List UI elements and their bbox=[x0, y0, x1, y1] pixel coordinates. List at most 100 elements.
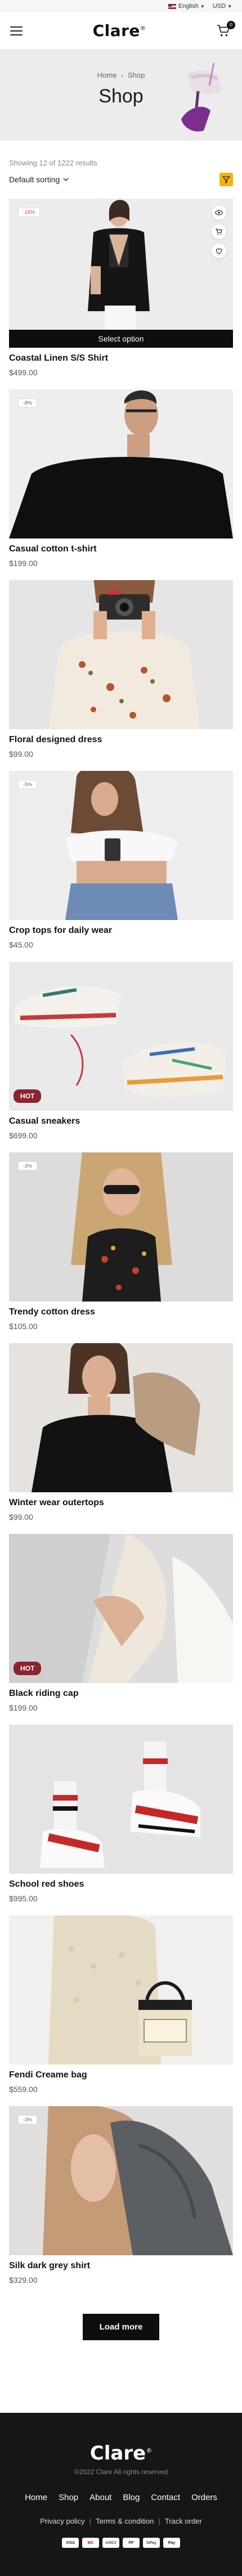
quick-actions bbox=[212, 205, 226, 258]
breadcrumb-home-link[interactable]: Home bbox=[97, 71, 117, 79]
product-image[interactable] bbox=[9, 1343, 233, 1492]
product-image[interactable]: -8% bbox=[9, 389, 233, 538]
sort-bar: Default sorting bbox=[0, 167, 242, 186]
product-price: $199.00 bbox=[9, 559, 38, 568]
footer-logo[interactable]: Clare® bbox=[0, 2442, 242, 2465]
product-name[interactable]: School red shoes bbox=[9, 1879, 233, 1890]
product-image[interactable] bbox=[9, 1725, 233, 1874]
product-price: $99.00 bbox=[9, 750, 33, 759]
sort-dropdown[interactable]: Default sorting bbox=[9, 175, 69, 184]
discount-badge: -8% bbox=[18, 398, 38, 407]
privacy-policy-link[interactable]: Privacy policy bbox=[40, 2517, 84, 2525]
footer-nav-about[interactable]: About bbox=[89, 2493, 111, 2502]
product-image[interactable]: HOT bbox=[9, 1534, 233, 1683]
product-name[interactable]: Floral designed dress bbox=[9, 735, 233, 745]
amex-icon: AMEX bbox=[102, 2538, 119, 2548]
product-name[interactable]: Crop tops for daily wear bbox=[9, 926, 233, 936]
product-card[interactable]: -8% Casual cotton t-shirt $199.00 bbox=[9, 389, 233, 568]
discount-badge: -3% bbox=[18, 1161, 38, 1170]
product-image[interactable] bbox=[9, 1915, 233, 2065]
sort-label: Default sorting bbox=[9, 175, 60, 184]
product-image[interactable]: HOT bbox=[9, 962, 233, 1111]
product-image[interactable] bbox=[9, 580, 233, 729]
product-card[interactable]: HOT Black riding cap $199.00 bbox=[9, 1534, 233, 1712]
page-hero: Home › Shop Shop bbox=[0, 50, 242, 141]
filter-icon bbox=[222, 176, 230, 183]
track-order-link[interactable]: Track order bbox=[165, 2517, 202, 2525]
cart-add-icon bbox=[216, 228, 222, 235]
product-card[interactable]: Fendi Creame bag $559.00 bbox=[9, 1915, 233, 2094]
chevron-down-icon bbox=[63, 177, 69, 181]
product-name[interactable]: Winter wear outertops bbox=[9, 1498, 233, 1508]
footer-divider: | bbox=[89, 2517, 92, 2525]
currency-label: USD bbox=[212, 3, 226, 10]
chevron-down-icon: ▼ bbox=[200, 4, 205, 9]
logo-mark: ® bbox=[140, 25, 146, 32]
product-price: $499.00 bbox=[9, 368, 38, 377]
product-name[interactable]: Casual sneakers bbox=[9, 1116, 233, 1127]
hamburger-icon[interactable] bbox=[10, 26, 23, 35]
payment-methods: VISA MC AMEX PP GPay Pay bbox=[0, 2538, 242, 2548]
footer-nav-shop[interactable]: Shop bbox=[59, 2493, 78, 2502]
chevron-down-icon: ▼ bbox=[227, 4, 232, 9]
wishlist-button[interactable] bbox=[212, 244, 226, 258]
product-card[interactable]: Floral designed dress $99.00 bbox=[9, 580, 233, 759]
product-card[interactable]: -3% Trendy cotton dress $105.00 bbox=[9, 1152, 233, 1331]
footer-divider: | bbox=[158, 2517, 160, 2525]
footer-nav-home[interactable]: Home bbox=[25, 2493, 47, 2502]
product-card[interactable]: Winter wear outertops $99.00 bbox=[9, 1343, 233, 1522]
breadcrumb-current: Shop bbox=[127, 71, 145, 79]
site-header: Clare® 0 bbox=[0, 12, 242, 50]
visa-icon: VISA bbox=[62, 2538, 79, 2548]
currency-selector[interactable]: USD ▼ bbox=[213, 3, 232, 10]
product-photo-woman-blazer bbox=[9, 199, 233, 348]
hot-badge: HOT bbox=[14, 1089, 42, 1103]
hot-badge: HOT bbox=[14, 1662, 42, 1675]
filter-button[interactable] bbox=[219, 173, 233, 186]
product-price: $995.00 bbox=[9, 1894, 38, 1903]
product-photo-red-shoes bbox=[9, 1725, 233, 1874]
product-name[interactable]: Black riding cap bbox=[9, 1689, 233, 1699]
product-name[interactable]: Coastal Linen S/S Shirt bbox=[9, 353, 233, 363]
product-photo-fendi-bag bbox=[9, 1915, 233, 2065]
terms-link[interactable]: Terms & condition bbox=[96, 2517, 154, 2525]
product-card[interactable]: School red shoes $995.00 bbox=[9, 1725, 233, 1903]
product-price: $199.00 bbox=[9, 1703, 38, 1712]
copyright-text: ©2022 Clare All rights reserved bbox=[74, 2468, 168, 2476]
product-photo-silk-grey-shirt bbox=[9, 2106, 233, 2255]
footer-nav-contact[interactable]: Contact bbox=[151, 2493, 180, 2502]
quick-view-button[interactable] bbox=[212, 205, 226, 220]
site-logo[interactable]: Clare® bbox=[93, 21, 146, 40]
load-more-button[interactable]: Load more bbox=[82, 2314, 160, 2340]
product-card[interactable]: -5% Crop tops for daily wear $45.00 bbox=[9, 771, 233, 949]
apple-pay-icon: Pay bbox=[163, 2538, 180, 2548]
product-card[interactable]: -16% Select option Coastal Linen S/S Shi… bbox=[9, 199, 233, 377]
product-name[interactable]: Silk dark grey shirt bbox=[9, 2261, 233, 2271]
top-bar: English ▼ USD ▼ bbox=[0, 0, 242, 12]
discount-badge: -5% bbox=[18, 780, 38, 789]
product-card[interactable]: HOT Casual sneakers $699.00 bbox=[9, 962, 233, 1140]
breadcrumb-separator-icon: › bbox=[121, 73, 123, 79]
us-flag-icon bbox=[168, 3, 176, 9]
product-price: $329.00 bbox=[9, 2276, 38, 2285]
product-name[interactable]: Trendy cotton dress bbox=[9, 1307, 233, 1317]
results-count: Showing 12 of 1222 results bbox=[9, 159, 97, 167]
product-image[interactable]: -3% bbox=[9, 1152, 233, 1302]
product-image[interactable]: -16% Select option bbox=[9, 199, 233, 348]
product-name[interactable]: Casual cotton t-shirt bbox=[9, 544, 233, 554]
language-selector[interactable]: English ▼ bbox=[168, 3, 205, 10]
product-image[interactable]: -3% bbox=[9, 2106, 233, 2255]
google-pay-icon: GPay bbox=[143, 2538, 160, 2548]
product-name[interactable]: Fendi Creame bag bbox=[9, 2070, 233, 2080]
product-image[interactable]: -5% bbox=[9, 771, 233, 920]
footer-nav: Home Shop About Blog Contact Orders bbox=[0, 2493, 242, 2502]
language-label: English bbox=[178, 3, 199, 10]
add-to-cart-button[interactable] bbox=[212, 225, 226, 239]
paypal-icon: PP bbox=[123, 2538, 140, 2548]
product-photo-crop-top bbox=[9, 771, 233, 920]
footer-nav-blog[interactable]: Blog bbox=[123, 2493, 140, 2502]
product-card[interactable]: -3% Silk dark grey shirt $329.00 bbox=[9, 2106, 233, 2285]
footer-nav-orders[interactable]: Orders bbox=[191, 2493, 217, 2502]
cart-button[interactable]: 0 bbox=[216, 20, 235, 38]
select-option-button[interactable]: Select option bbox=[9, 330, 233, 348]
